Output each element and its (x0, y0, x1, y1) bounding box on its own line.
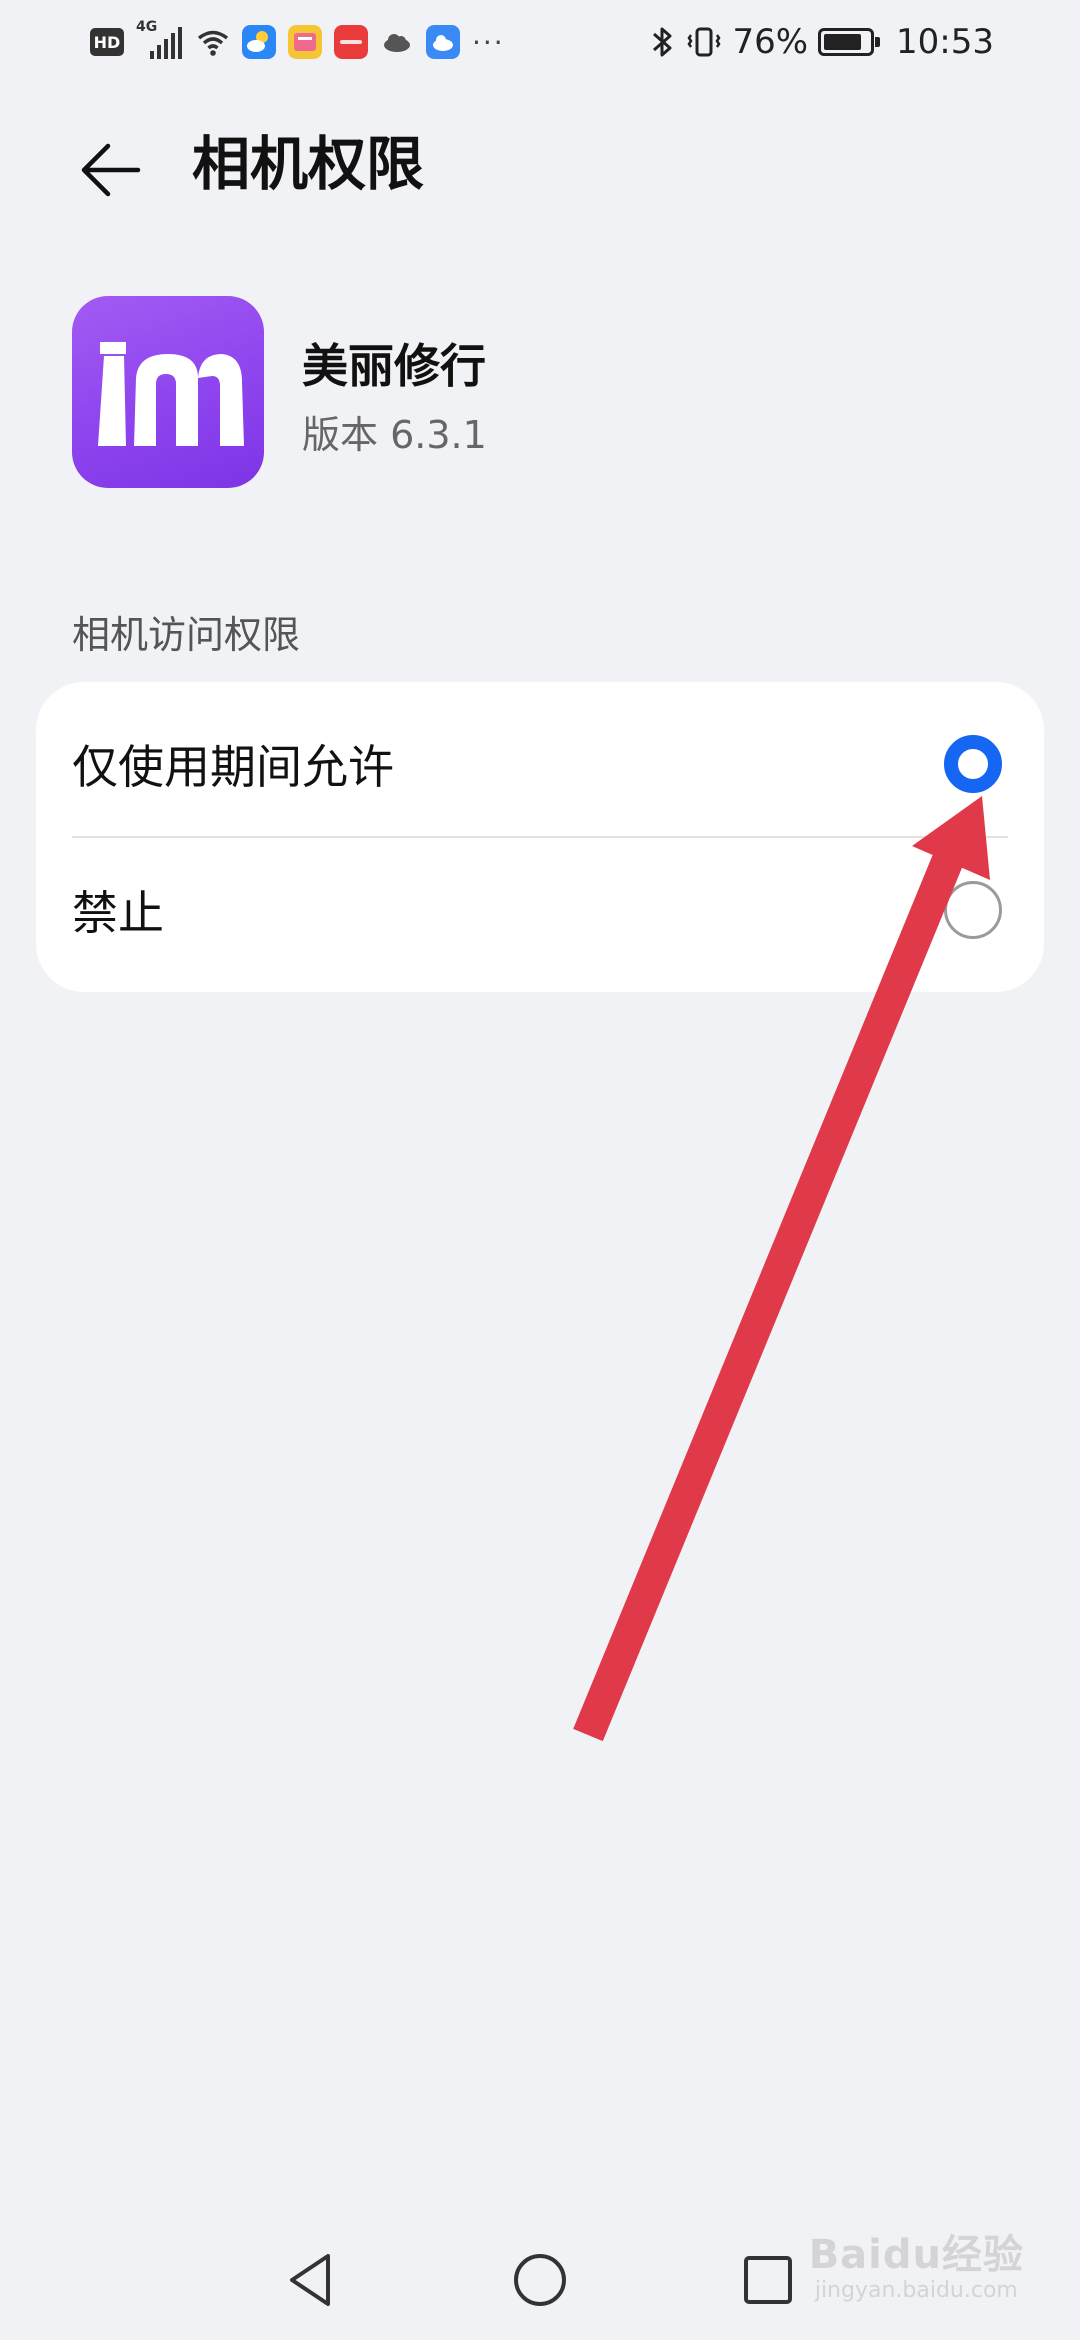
square-recents-icon (744, 2256, 792, 2304)
notes-app-icon (288, 25, 322, 59)
nav-home-button[interactable] (500, 2240, 580, 2320)
wifi-icon (197, 30, 229, 56)
more-notifications-icon: ··· (472, 25, 505, 59)
app-name: 美丽修行 (302, 339, 486, 393)
cloud-app-icon (426, 25, 460, 59)
nav-back-button[interactable] (270, 2240, 350, 2320)
app-logo-icon (98, 342, 244, 446)
watermark: Baidu经验 jingyan.baidu.com (809, 2222, 1024, 2303)
status-bar: HD 4G ··· 76% 10:53 (0, 0, 1080, 80)
radio-unselected-icon[interactable] (944, 881, 1002, 939)
watermark-url: jingyan.baidu.com (814, 2278, 1018, 2303)
huawei-app-icon (334, 25, 368, 59)
battery-percent: 76% (732, 22, 809, 62)
app-icon (72, 296, 264, 488)
permission-options-card: 仅使用期间允许 禁止 (36, 682, 1044, 992)
back-button[interactable] (60, 120, 160, 220)
option-label: 仅使用期间允许 (72, 740, 394, 794)
triangle-back-icon (290, 2254, 330, 2306)
page-title: 相机权限 (192, 130, 425, 198)
option-deny[interactable]: 禁止 (36, 838, 1044, 982)
battery-icon (818, 28, 881, 56)
status-bar-left: HD 4G ··· (90, 19, 505, 64)
weather-app-icon (242, 25, 276, 59)
hd-icon: HD (90, 28, 124, 56)
nav-recents-button[interactable] (728, 2240, 808, 2320)
cloud-icon (384, 34, 410, 52)
bluetooth-icon (653, 27, 672, 57)
option-label: 禁止 (72, 886, 164, 940)
back-arrow-icon (81, 143, 141, 197)
app-version: 版本 6.3.1 (302, 413, 487, 457)
vibrate-icon (687, 27, 721, 57)
status-bar-right: 76% 10:53 (650, 20, 994, 64)
signal-4g-icon: 4G (136, 19, 184, 59)
circle-home-icon (514, 2254, 566, 2306)
section-label: 相机访问权限 (72, 613, 301, 657)
option-allow-while-using[interactable]: 仅使用期间允许 (36, 692, 1044, 836)
radio-selected-icon[interactable] (944, 735, 1002, 793)
watermark-brand: Baidu经验 (808, 2232, 1024, 2278)
clock: 10:53 (896, 22, 994, 62)
